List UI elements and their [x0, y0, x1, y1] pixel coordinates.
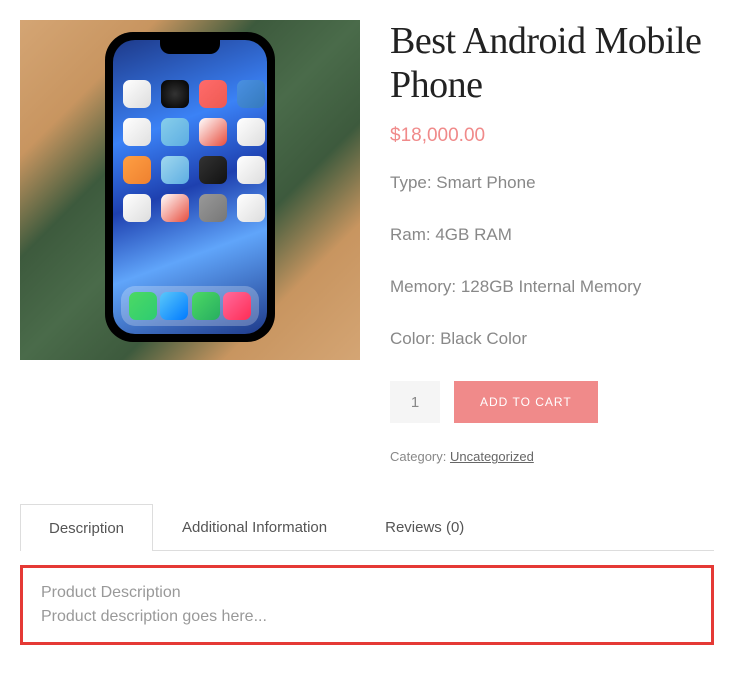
- spec-ram: Ram: 4GB RAM: [390, 225, 714, 245]
- tabs-header: Description Additional Information Revie…: [20, 504, 714, 551]
- tab-reviews[interactable]: Reviews (0): [356, 504, 493, 550]
- tab-panel-description: Product Description Product description …: [20, 565, 714, 645]
- tab-additional-information[interactable]: Additional Information: [153, 504, 356, 550]
- category-link[interactable]: Uncategorized: [450, 449, 534, 464]
- spec-color: Color: Black Color: [390, 329, 714, 349]
- product-details: Best Android Mo­bile Phone $18,000.00 Ty…: [390, 20, 714, 464]
- description-heading: Product Description: [41, 584, 693, 602]
- product-gallery: [20, 20, 360, 464]
- product-row: Best Android Mo­bile Phone $18,000.00 Ty…: [20, 20, 714, 464]
- spec-memory: Memory: 128GB Internal Memory: [390, 277, 714, 297]
- product-price: $18,000.00: [390, 125, 714, 147]
- product-title: Best Android Mo­bile Phone: [390, 20, 714, 107]
- category-line: Category: Uncategorized: [390, 449, 714, 464]
- cart-row: ADD TO CART: [390, 381, 714, 423]
- product-image[interactable]: [20, 20, 360, 360]
- add-to-cart-button[interactable]: ADD TO CART: [454, 381, 598, 423]
- tabs: Description Additional Information Revie…: [20, 504, 714, 645]
- quantity-input[interactable]: [390, 381, 440, 423]
- category-label: Category:: [390, 449, 450, 464]
- phone-device-illustration: [105, 32, 275, 342]
- spec-type: Type: Smart Phone: [390, 173, 714, 193]
- spec-list: Type: Smart Phone Ram: 4GB RAM Memory: 1…: [390, 173, 714, 349]
- description-body: Product description goes here...: [41, 608, 693, 626]
- tab-description[interactable]: Description: [20, 504, 153, 551]
